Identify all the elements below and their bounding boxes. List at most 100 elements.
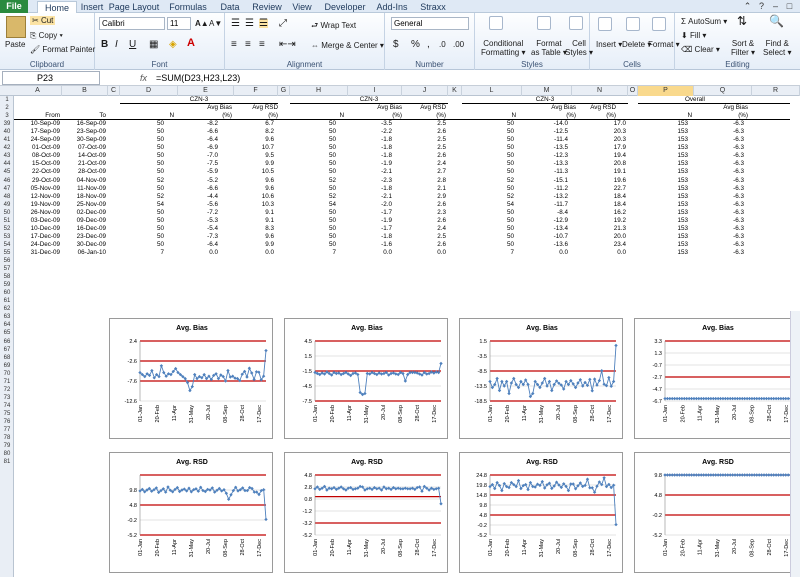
cell[interactable]: 12-Nov-09 bbox=[14, 193, 60, 201]
cell[interactable]: 02-Dec-09 bbox=[62, 209, 106, 217]
tab-add-ins[interactable]: Add-Ins bbox=[374, 1, 410, 13]
chart-7[interactable]: Avg. Bias 3.3 1.3 -0.7 -2.7 -4.7 -6.7 01-Jan 20-… bbox=[634, 318, 800, 439]
cell[interactable]: 153 bbox=[638, 193, 688, 201]
cell[interactable]: -6.9 bbox=[178, 144, 218, 152]
cell[interactable]: 17-Sep-09 bbox=[14, 128, 60, 136]
cell[interactable]: 22.7 bbox=[572, 185, 626, 193]
cell[interactable]: 2.6 bbox=[402, 201, 446, 209]
worksheet-grid[interactable]: CZN-3 CZN-3 CZN-3 Overall Avg Bias (%) Avg RSD… bbox=[14, 96, 800, 577]
cell[interactable]: -6.3 bbox=[694, 249, 744, 257]
cell[interactable]: 50 bbox=[462, 225, 514, 233]
cell[interactable]: 16-Sep-09 bbox=[62, 120, 106, 128]
cell[interactable]: -1.6 bbox=[348, 241, 392, 249]
row-header[interactable]: 69 bbox=[0, 362, 14, 370]
cell[interactable]: 16.2 bbox=[572, 209, 626, 217]
cell[interactable]: 50 bbox=[120, 241, 164, 249]
cell[interactable]: 153 bbox=[638, 185, 688, 193]
cell[interactable]: 50 bbox=[290, 225, 336, 233]
cell[interactable]: 10.5 bbox=[234, 168, 274, 176]
cell[interactable]: 20.0 bbox=[572, 233, 626, 241]
row-header[interactable]: 76 bbox=[0, 418, 14, 426]
column-title[interactable]: Avg RSD bbox=[234, 104, 278, 112]
cell[interactable]: -6.3 bbox=[694, 128, 744, 136]
column-header-c[interactable]: C bbox=[108, 86, 120, 96]
cell[interactable]: 30-Sep-09 bbox=[62, 136, 106, 144]
cell[interactable]: -8.2 bbox=[178, 120, 218, 128]
cell[interactable]: 54 bbox=[120, 201, 164, 209]
cell[interactable]: 0.0 bbox=[522, 249, 568, 257]
cell[interactable]: 8.3 bbox=[234, 225, 274, 233]
cell[interactable]: 24-Sep-09 bbox=[14, 136, 60, 144]
help-icon[interactable]: ? bbox=[756, 1, 767, 12]
cell[interactable]: 15-Oct-09 bbox=[14, 160, 60, 168]
cell[interactable]: -5.9 bbox=[178, 168, 218, 176]
cell[interactable]: -12.3 bbox=[522, 152, 568, 160]
cell[interactable]: 50 bbox=[290, 209, 336, 217]
cell[interactable]: 10-Sep-09 bbox=[14, 120, 60, 128]
row-header[interactable]: 40 bbox=[0, 128, 14, 136]
cell[interactable]: 153 bbox=[638, 168, 688, 176]
column-header-d[interactable]: D bbox=[120, 86, 178, 96]
row-header[interactable]: 46 bbox=[0, 177, 14, 185]
chart-1[interactable]: Avg. Bias 2.4 -2.6 -7.6 -12.6 01-Jan 20-Feb 11-… bbox=[109, 318, 273, 439]
column-title[interactable]: Avg RSD bbox=[402, 104, 446, 112]
cell[interactable]: -1.7 bbox=[348, 225, 392, 233]
cell[interactable]: 2.7 bbox=[402, 168, 446, 176]
cell[interactable]: 9.5 bbox=[234, 152, 274, 160]
chart-4[interactable]: Avg. RSD 4.8 2.8 0.8 -1.2 -3.2 -5.2 01-Jan 20-Fe… bbox=[284, 452, 448, 573]
cell[interactable]: 153 bbox=[638, 177, 688, 185]
row-header[interactable]: 43 bbox=[0, 152, 14, 160]
cell[interactable]: 11-Nov-09 bbox=[62, 185, 106, 193]
tab-formulas[interactable]: Formulas bbox=[166, 1, 210, 13]
chart-5[interactable]: Avg. Bias 1.5 -3.5 -8.5 -13.5 -18.5 01-Jan 20-F… bbox=[459, 318, 623, 439]
cell[interactable]: -6.3 bbox=[694, 225, 744, 233]
font-name-dropdown[interactable]: Calibri bbox=[99, 17, 165, 30]
align-center-icon[interactable]: ≡ bbox=[245, 40, 251, 50]
cell[interactable]: 9.6 bbox=[234, 136, 274, 144]
cell[interactable]: 50 bbox=[290, 136, 336, 144]
cell[interactable]: 20.3 bbox=[572, 128, 626, 136]
cell[interactable]: 2.3 bbox=[402, 209, 446, 217]
wrap-text-button[interactable]: ⮐ Wrap Text bbox=[311, 21, 356, 30]
row-header[interactable]: 78 bbox=[0, 434, 14, 442]
cell[interactable]: 54 bbox=[462, 201, 514, 209]
cell[interactable]: 01-Oct-09 bbox=[14, 144, 60, 152]
cell[interactable]: 153 bbox=[638, 136, 688, 144]
row-header[interactable]: 41 bbox=[0, 136, 14, 144]
cell[interactable]: 153 bbox=[638, 225, 688, 233]
column-header-e[interactable]: E bbox=[178, 86, 234, 96]
cell[interactable]: 22-Oct-09 bbox=[14, 168, 60, 176]
cell[interactable]: -14.0 bbox=[522, 120, 568, 128]
cell[interactable]: -15.1 bbox=[522, 177, 568, 185]
cell[interactable]: -2.0 bbox=[348, 201, 392, 209]
row-header[interactable]: 51 bbox=[0, 217, 14, 225]
cell[interactable]: -13.3 bbox=[522, 160, 568, 168]
cell[interactable]: 9.1 bbox=[234, 217, 274, 225]
cell[interactable]: -5.6 bbox=[178, 201, 218, 209]
cell[interactable]: 50 bbox=[120, 185, 164, 193]
row-header[interactable]: 80 bbox=[0, 450, 14, 458]
column-header-k[interactable]: K bbox=[448, 86, 462, 96]
tab-developer[interactable]: Developer bbox=[322, 1, 368, 13]
cell[interactable]: 2.4 bbox=[402, 160, 446, 168]
font-color-icon[interactable]: A bbox=[187, 38, 195, 49]
cell[interactable]: 50 bbox=[290, 241, 336, 249]
cell[interactable]: -13.2 bbox=[522, 193, 568, 201]
cell[interactable]: -4.4 bbox=[178, 193, 218, 201]
cell[interactable]: 50 bbox=[462, 136, 514, 144]
cell[interactable]: 7 bbox=[462, 249, 514, 257]
fill-button[interactable]: ⬇ Fill ▾ bbox=[681, 31, 706, 40]
cell[interactable]: 9.9 bbox=[234, 160, 274, 168]
row-header[interactable]: 45 bbox=[0, 168, 14, 176]
cell[interactable]: -7.3 bbox=[178, 233, 218, 241]
cell[interactable]: 24-Dec-09 bbox=[14, 241, 60, 249]
cell[interactable]: 19.2 bbox=[572, 217, 626, 225]
tab-home[interactable]: Home bbox=[37, 1, 77, 13]
cell[interactable]: 9.6 bbox=[234, 185, 274, 193]
cell[interactable]: 0.0 bbox=[572, 249, 626, 257]
cell[interactable]: 153 bbox=[638, 249, 688, 257]
row-header[interactable]: 75 bbox=[0, 410, 14, 418]
cell[interactable]: -6.3 bbox=[694, 168, 744, 176]
row-header[interactable]: 77 bbox=[0, 426, 14, 434]
indent-icon[interactable]: ⇤⇥ bbox=[279, 40, 296, 50]
